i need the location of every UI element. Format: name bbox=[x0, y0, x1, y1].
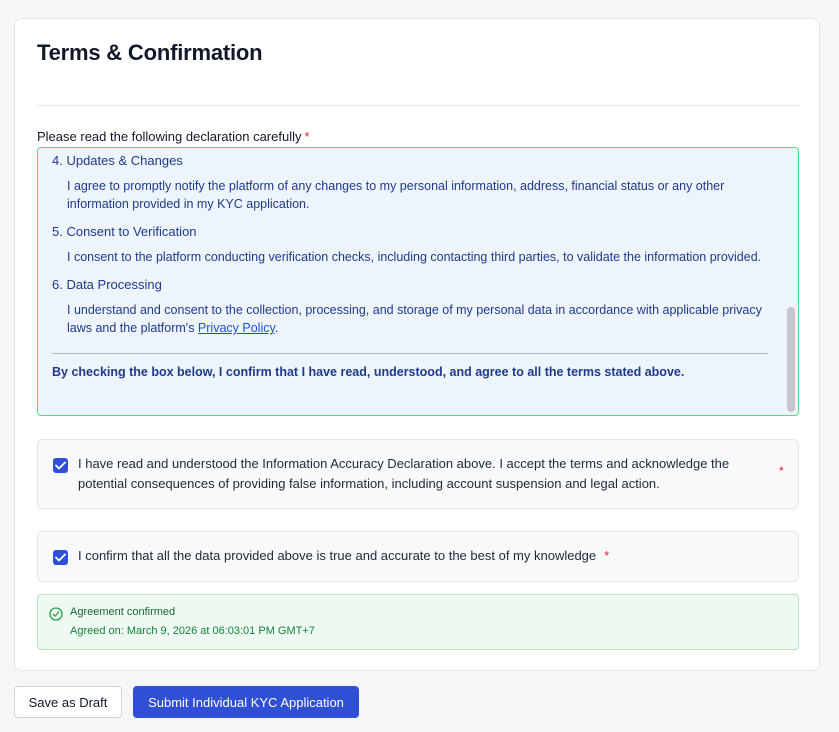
required-mark: * bbox=[604, 548, 610, 563]
check-icon bbox=[55, 461, 66, 470]
accuracy-checkbox-label: I have read and understood the Informati… bbox=[78, 456, 730, 491]
declaration-scroll-box[interactable]: 4. Updates & Changes I agree to promptly… bbox=[37, 147, 799, 416]
data-truth-checkbox[interactable] bbox=[53, 550, 68, 565]
accuracy-declaration-checkbox-card[interactable]: I have read and understood the Informati… bbox=[37, 439, 799, 509]
check-icon bbox=[55, 553, 66, 562]
data-truth-label-text: I confirm that all the data provided abo… bbox=[78, 548, 597, 563]
submit-kyc-button[interactable]: Submit Individual KYC Application bbox=[133, 686, 359, 718]
agreement-confirmed-banner: Agreement confirmed Agreed on: March 9, … bbox=[37, 594, 799, 650]
declaration-content: 4. Updates & Changes I agree to promptly… bbox=[52, 148, 768, 381]
scrollbar-track[interactable] bbox=[786, 148, 796, 415]
declaration-confirm-text: By checking the box below, I confirm tha… bbox=[52, 365, 685, 379]
agreement-timestamp: Agreed on: March 9, 2026 at 06:03:01 PM … bbox=[70, 625, 315, 637]
privacy-policy-link[interactable]: Privacy Policy bbox=[198, 321, 275, 335]
divider bbox=[37, 105, 799, 106]
declaration-label-text: Please read the following declaration ca… bbox=[37, 129, 302, 144]
declaration-divider bbox=[52, 353, 768, 354]
section-title: 5. Consent to Verification bbox=[52, 224, 197, 239]
data-truth-checkbox-label: I confirm that all the data provided abo… bbox=[78, 546, 609, 566]
declaration-label: Please read the following declaration ca… bbox=[37, 129, 310, 144]
check-circle-icon bbox=[49, 607, 63, 621]
section-body: I agree to promptly notify the platform … bbox=[67, 179, 725, 211]
section-title: 6. Data Processing bbox=[52, 277, 162, 292]
section-body: I consent to the platform conducting ver… bbox=[67, 250, 762, 264]
card-title: Terms & Confirmation bbox=[37, 40, 263, 65]
section-body: I understand and consent to the collecti… bbox=[67, 301, 768, 337]
section-body-text: I understand and consent to the collecti… bbox=[67, 303, 762, 335]
accuracy-checkbox[interactable] bbox=[53, 458, 68, 473]
section-body-suffix: . bbox=[274, 321, 279, 335]
save-draft-button[interactable]: Save as Draft bbox=[14, 686, 122, 718]
required-mark: * bbox=[304, 129, 310, 144]
scrollbar-thumb[interactable] bbox=[787, 307, 795, 412]
terms-card: Terms & Confirmation Please read the fol… bbox=[14, 18, 820, 671]
required-mark: * bbox=[779, 464, 784, 478]
section-title: 4. Updates & Changes bbox=[52, 153, 183, 168]
agreement-title: Agreement confirmed bbox=[70, 606, 176, 618]
data-truth-checkbox-card[interactable]: I confirm that all the data provided abo… bbox=[37, 531, 799, 582]
